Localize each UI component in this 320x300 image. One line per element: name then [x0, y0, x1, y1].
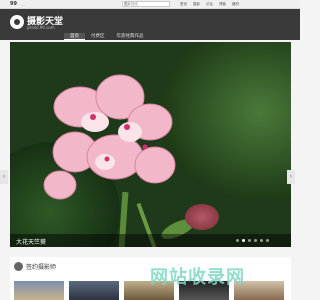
tab-paid[interactable]: 付费区 [85, 33, 111, 40]
top-nav-item[interactable]: 论坛 [206, 2, 213, 7]
top-nav-item[interactable]: 器材 [232, 2, 239, 7]
slide-indicators [236, 239, 269, 242]
mini-logo[interactable]: 99 [10, 1, 17, 7]
top-nav: 首页 摄影 论坛 博客 器材 [180, 2, 239, 7]
slide-dot-active[interactable] [242, 239, 245, 242]
slide-dot[interactable] [254, 239, 257, 242]
top-nav-item[interactable]: 摄影 [193, 2, 200, 7]
tagline: ... [22, 2, 26, 7]
slide-caption[interactable]: 大花天竺葵 [16, 237, 46, 246]
top-bar: 99 ... 图片 搜索 首页 摄影 论坛 博客 器材 [0, 0, 300, 9]
search-placeholder: 搜索 [131, 2, 138, 6]
section-title: 签约摄影师 [26, 263, 57, 271]
flower-bud [185, 204, 219, 230]
tab-home[interactable]: 首页 [64, 33, 85, 40]
photographer-thumbnail[interactable] [69, 281, 119, 300]
search-category[interactable]: 图片 [124, 2, 131, 7]
search-input[interactable]: 图片 搜索 [122, 1, 170, 7]
photographer-thumbnail[interactable] [14, 281, 64, 300]
slide-dot[interactable] [236, 239, 239, 242]
tab-classic-works[interactable]: 年底经典作品 [111, 33, 150, 40]
caption-bar: 大花天竺葵 [10, 234, 291, 247]
flower-image [43, 74, 176, 200]
watermark: 网站收录网 [150, 267, 245, 288]
slide-dot[interactable] [260, 239, 263, 242]
top-nav-item[interactable]: 博客 [219, 2, 226, 7]
site-logo[interactable]: 摄影天堂 photo.99.com [10, 14, 63, 36]
main-tabs: 首页 付费区 年底经典作品 [64, 33, 150, 40]
top-nav-item[interactable]: 首页 [180, 2, 187, 7]
camera-icon [10, 15, 24, 29]
slide-dot[interactable] [266, 239, 269, 242]
site-domain: photo.99.com [27, 25, 55, 30]
site-header: 摄影天堂 photo.99.com 首页 付费区 年底经典作品 [0, 9, 300, 40]
next-slide-button[interactable]: › [287, 170, 295, 184]
prev-slide-button[interactable]: ‹ [0, 170, 8, 184]
section-header: 签约摄影师 [10, 260, 56, 272]
slide-dot[interactable] [248, 239, 251, 242]
photographer-icon [14, 261, 23, 271]
hero-slideshow[interactable]: 大花天竺葵 [10, 42, 291, 247]
